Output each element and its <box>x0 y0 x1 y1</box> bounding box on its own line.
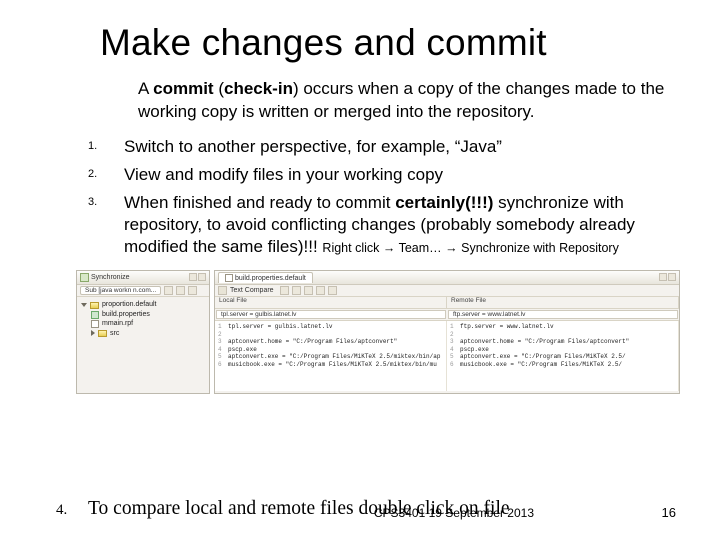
code-line: aptconvert.exe = "C:/Program Files/MiKTe… <box>228 353 440 360</box>
intro-lead: A <box>138 79 153 98</box>
list-item: 3. When finished and ready to commit cer… <box>88 192 672 258</box>
remote-text[interactable]: 1ftp.server = www.latnet.lv 2 3aptconver… <box>447 321 679 391</box>
pane-controls[interactable] <box>658 273 676 283</box>
code-line: tpl.server = gulbis.latnet.lv <box>228 323 332 330</box>
compare-paths: tpl.server = gulbis.latnet.lv ftp.server… <box>215 309 679 321</box>
item-text: When finished and ready to commit certai… <box>124 192 672 258</box>
toolbar-icon[interactable] <box>280 286 289 295</box>
code-line: musicbook.exe = "C:/Program Files/MiKTeX… <box>228 361 437 368</box>
remote-header: Remote File <box>447 297 679 308</box>
item-text: View and modify files in your working co… <box>124 164 443 186</box>
code-line: pscp.exe <box>460 346 489 353</box>
tree-label: build.properties <box>102 310 150 319</box>
item3-bold: certainly(!!!) <box>395 193 493 212</box>
item3-small: Right click → Team… → Synchronize with R… <box>322 241 618 255</box>
tree-item[interactable]: mmain.rpf <box>81 319 205 328</box>
file-icon <box>225 274 233 282</box>
toolbar-icon[interactable] <box>164 286 173 295</box>
item-number: 1. <box>88 136 124 158</box>
numbered-list: 1. Switch to another perspective, for ex… <box>38 136 682 268</box>
local-text[interactable]: 1tpl.server = gulbis.latnet.lv 2 3aptcon… <box>215 321 447 391</box>
sync-toolbar: Sub [java workn n.com... <box>77 285 209 297</box>
compare-icon <box>218 286 227 295</box>
compare-col-headers: Local File Remote File <box>215 297 679 309</box>
remote-path: ftp.server = www.latnet.lv <box>448 310 678 319</box>
folder-icon <box>98 330 107 337</box>
list-item: 1. Switch to another perspective, for ex… <box>88 136 672 158</box>
compare-pane: build.properties.default Text Compare Lo… <box>214 270 680 394</box>
sync-pane: Synchronize Sub [java workn n.com... pro… <box>76 270 210 394</box>
sync-scope-selector[interactable]: Sub [java workn n.com... <box>80 286 161 295</box>
item-number: 2. <box>88 164 124 186</box>
slide-title: Make changes and commit <box>38 22 682 78</box>
toolbar-icon[interactable] <box>188 286 197 295</box>
footer-page: 16 <box>662 505 676 520</box>
screenshot-row: Synchronize Sub [java workn n.com... pro… <box>38 268 682 394</box>
local-path: tpl.server = gulbis.latnet.lv <box>216 310 446 319</box>
intro-bold-checkin: check-in <box>224 79 293 98</box>
item3-pre: When finished and ready to commit <box>124 193 395 212</box>
code-line: aptconvert.home = "C:/Program Files/aptc… <box>460 338 629 345</box>
intro-paren: ( <box>214 79 224 98</box>
code-line: aptconvert.home = "C:/Program Files/aptc… <box>228 338 397 345</box>
sync-title: Synchronize <box>91 274 130 281</box>
footer-course: CPS3401 19 September 2013 <box>374 506 534 520</box>
toolbar-icon[interactable] <box>176 286 185 295</box>
sync-tree: proportion.default build.properties mmai… <box>77 297 209 341</box>
item-number: 3. <box>88 192 124 258</box>
sync-icon <box>80 273 89 282</box>
compare-tabbar: build.properties.default <box>215 271 679 285</box>
tree-label: mmain.rpf <box>102 319 133 328</box>
item-text: Switch to another perspective, for examp… <box>124 136 502 158</box>
slide: Make changes and commit A commit (check-… <box>0 0 720 540</box>
toolbar-icon[interactable] <box>328 286 337 295</box>
code-line: ftp.server = www.latnet.lv <box>460 323 554 330</box>
code-line: musicbook.exe = "C:/Program Files/MiKTeX… <box>460 361 622 368</box>
toolbar-icon[interactable] <box>292 286 301 295</box>
intro-paragraph: A commit (check-in) occurs when a copy o… <box>38 78 682 136</box>
tree-item[interactable]: build.properties <box>81 310 205 319</box>
pane-controls[interactable] <box>188 273 206 283</box>
editor-tab[interactable]: build.properties.default <box>218 272 313 283</box>
toolbar-icon[interactable] <box>304 286 313 295</box>
code-line: pscp.exe <box>228 346 257 353</box>
intro-bold-commit: commit <box>153 79 213 98</box>
toolbar-icon[interactable] <box>316 286 325 295</box>
code-line: aptconvert.exe = "C:/Program Files/MiKTe… <box>460 353 626 360</box>
compare-body: 1tpl.server = gulbis.latnet.lv 2 3aptcon… <box>215 321 679 391</box>
expand-icon <box>91 330 95 336</box>
list-item: 2. View and modify files in your working… <box>88 164 672 186</box>
compare-toolbar: Text Compare <box>215 285 679 297</box>
local-header: Local File <box>215 297 447 308</box>
tree-item[interactable]: src <box>81 329 205 338</box>
folder-icon <box>90 302 99 309</box>
tree-label: src <box>110 329 119 338</box>
tab-label: build.properties.default <box>235 275 306 282</box>
tree-label: proportion.default <box>102 300 156 309</box>
compare-title: Text Compare <box>230 287 274 294</box>
tree-root[interactable]: proportion.default <box>81 300 205 309</box>
file-icon <box>91 311 99 319</box>
sync-pane-header: Synchronize <box>77 271 209 285</box>
item-number: 4. <box>56 502 88 519</box>
expand-icon <box>81 303 87 307</box>
file-icon <box>91 320 99 328</box>
